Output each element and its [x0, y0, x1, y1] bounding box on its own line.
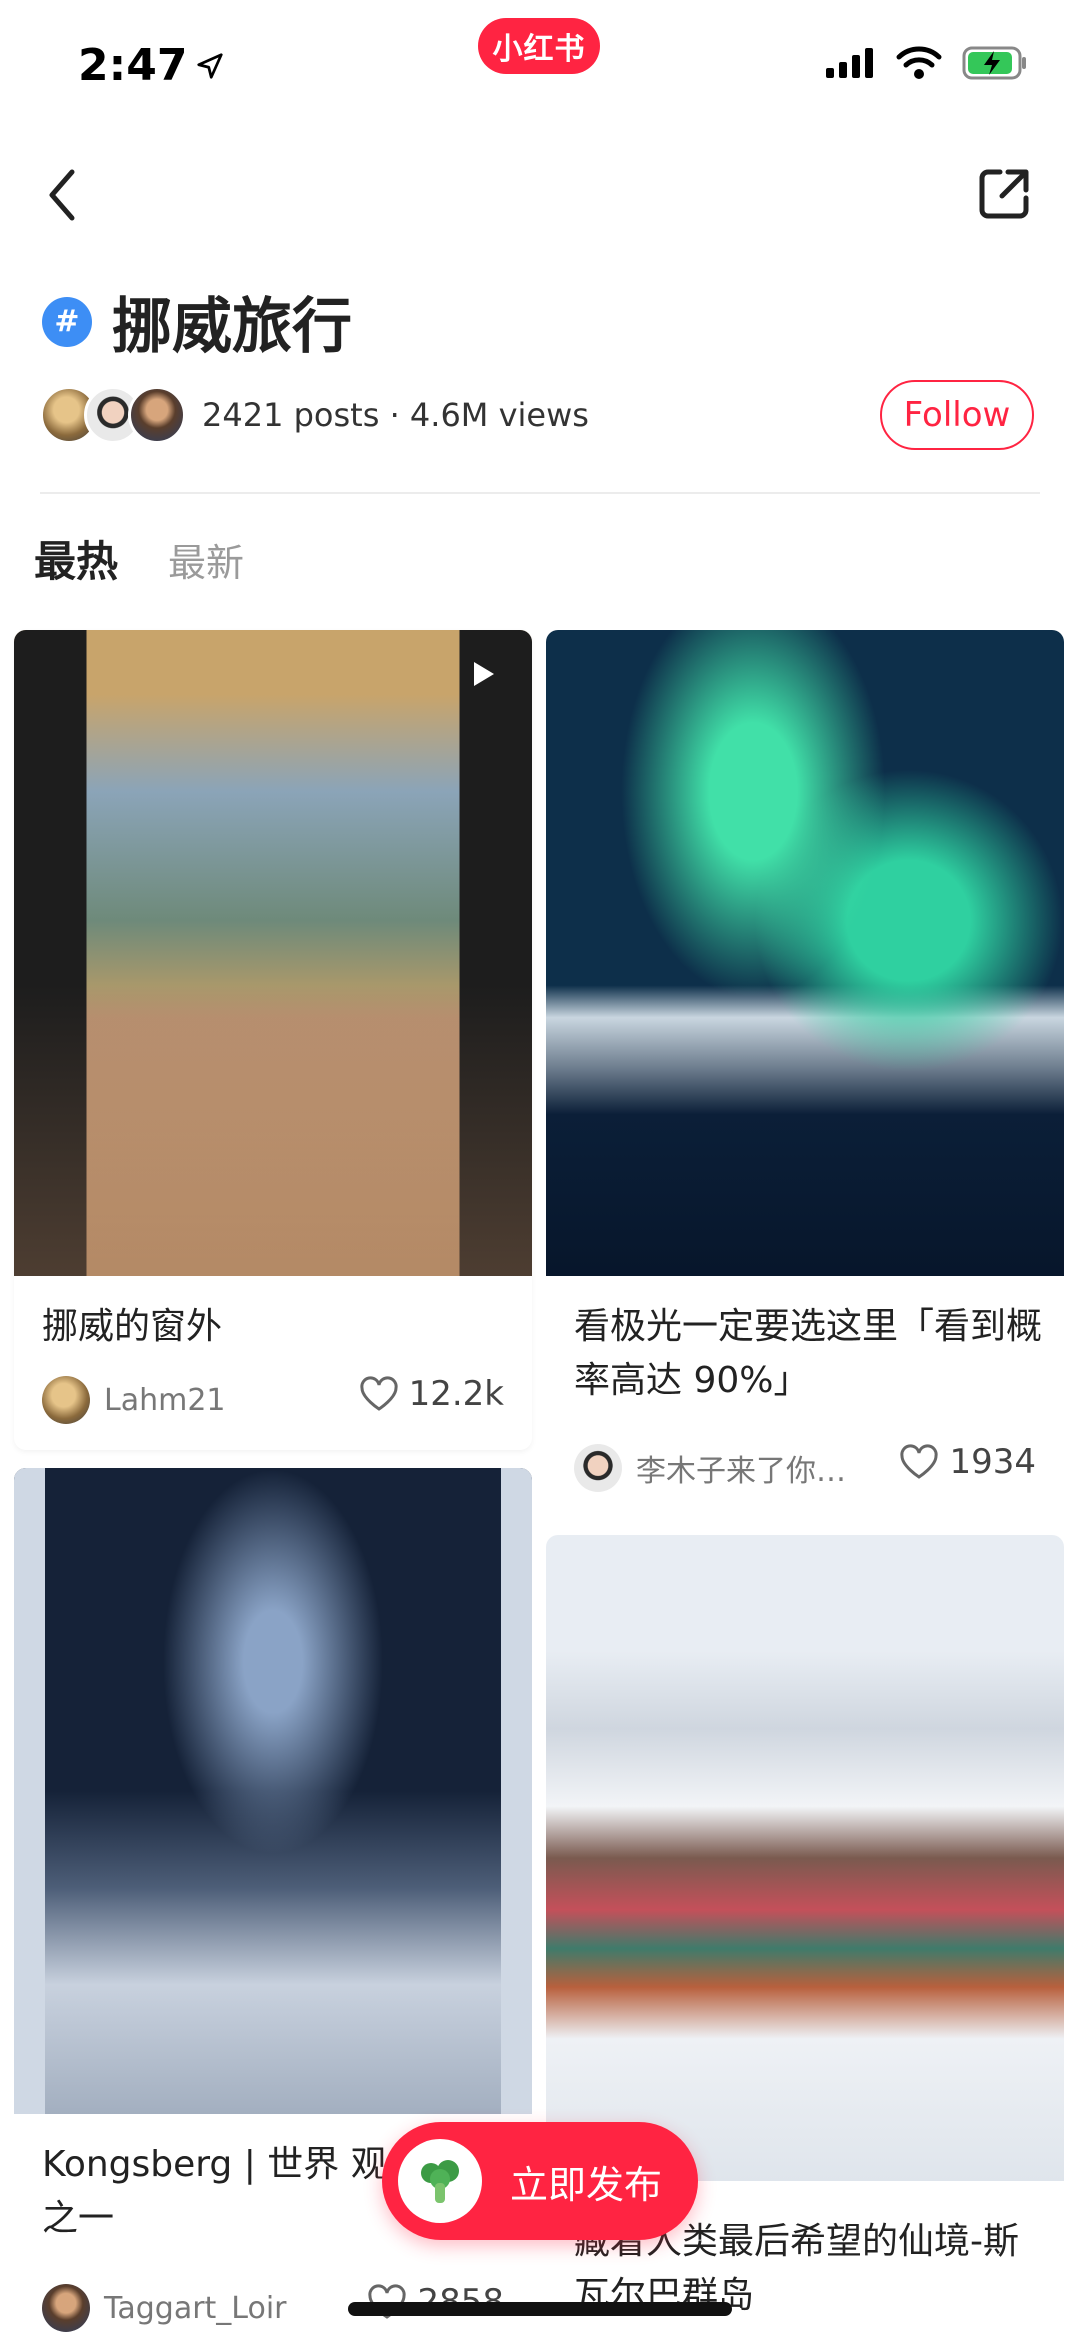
like-value: 12.2k — [408, 1374, 504, 1414]
heart-icon — [900, 1444, 939, 1479]
clock: 2:47 — [78, 40, 225, 91]
video-play-icon — [474, 662, 494, 686]
back-chevron-icon[interactable] — [40, 160, 90, 230]
wifi-icon — [896, 46, 942, 79]
participant-avatars — [40, 386, 186, 444]
hashtag-icon: # — [42, 296, 92, 347]
publish-label: 立即发布 — [510, 2162, 663, 2207]
tab-hot[interactable]: 最热 — [34, 528, 118, 589]
tab-latest[interactable]: 最新 — [168, 532, 244, 587]
heart-icon — [359, 1376, 398, 1411]
app-brand-badge: 小红书 — [478, 18, 600, 74]
follow-button[interactable]: Follow — [880, 380, 1034, 450]
like-count[interactable]: 12.2k — [359, 1374, 504, 1414]
post-card[interactable]: 挪威的窗外 Lahm21 12.2k — [14, 630, 532, 1450]
author-avatar — [42, 2284, 90, 2332]
topic-header: # 挪威旅行 — [42, 278, 352, 365]
post-cover-image — [546, 1535, 1064, 2181]
post-cover-image — [546, 630, 1064, 1276]
broccoli-icon — [398, 2139, 482, 2223]
author-name: 李木子来了你… — [636, 1454, 846, 1489]
battery-charging-icon — [962, 46, 1026, 80]
post-cover-image — [14, 630, 532, 1276]
sort-tabs: 最热 最新 — [34, 528, 244, 589]
share-icon[interactable] — [972, 162, 1036, 226]
system-icons — [826, 46, 1028, 80]
post-author[interactable]: Taggart_Loir — [42, 2284, 287, 2332]
like-count[interactable]: 1934 — [899, 1442, 1036, 1482]
post-card[interactable]: 看极光一定要选这里「看到概率高达 90%」 李木子来了你… 1934 — [546, 630, 1064, 1515]
author-name: Taggart_Loir — [104, 2290, 287, 2326]
author-name: Lahm21 — [104, 1382, 226, 1418]
author-avatar — [574, 1444, 622, 1492]
author-avatar — [42, 1376, 90, 1424]
time-text: 2:47 — [78, 40, 188, 91]
home-indicator — [348, 2302, 732, 2316]
publish-button[interactable]: 立即发布 — [382, 2122, 698, 2240]
post-author[interactable]: Lahm21 — [42, 1376, 226, 1424]
cellular-signal-icon — [826, 48, 873, 78]
post-title: 看极光一定要选这里「看到概率高达 90%」 — [574, 1306, 1043, 1401]
status-bar: 2:47 小红书 — [0, 0, 1080, 130]
topic-meta: 2421 posts · 4.6M views — [40, 385, 589, 445]
divider — [40, 492, 1040, 494]
location-arrow-icon — [197, 52, 224, 79]
post-author[interactable]: 李木子来了你… — [574, 1444, 846, 1492]
like-value: 1934 — [949, 1442, 1036, 1482]
topic-stats: 2421 posts · 4.6M views — [202, 396, 589, 434]
page-title: 挪威旅行 — [112, 292, 352, 362]
avatar — [128, 386, 186, 444]
post-cover-image — [14, 1468, 532, 2114]
post-title: 挪威的窗外 — [42, 1306, 223, 1347]
